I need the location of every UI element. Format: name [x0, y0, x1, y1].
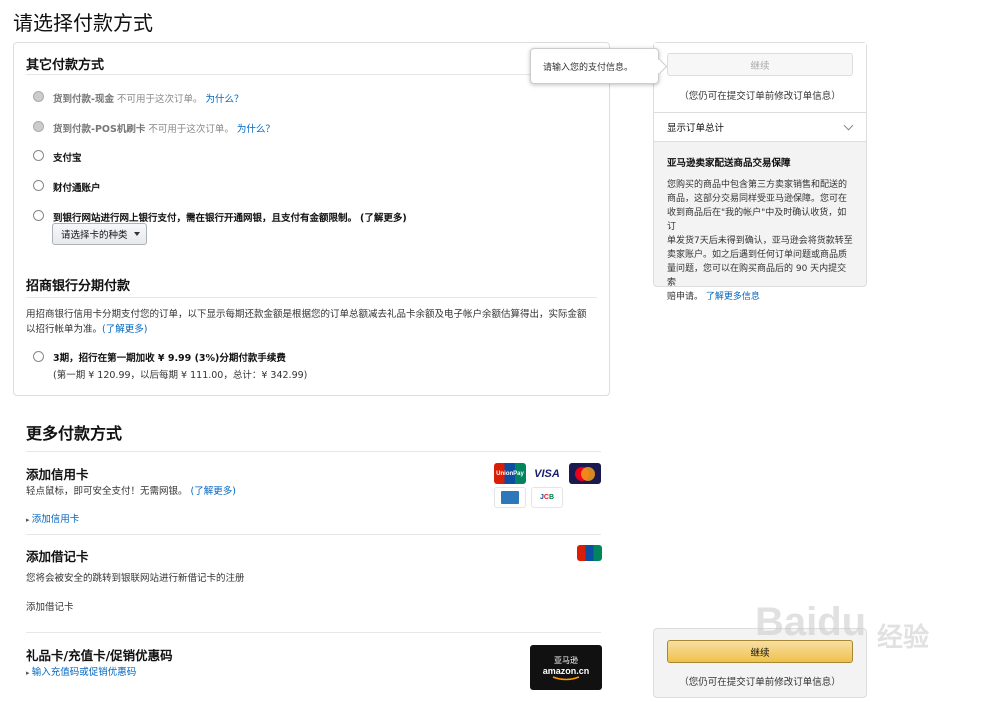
option-label: 财付通账户 [53, 183, 101, 194]
unionpay-logo: UnionPay [494, 463, 526, 484]
divider [26, 297, 597, 298]
option-cod-cash: 货到付款-现金 不可用于这次订单。 为什么？ [53, 91, 244, 105]
option-label: 货到付款-现金 [53, 94, 114, 105]
radio-online-banking[interactable] [33, 210, 44, 221]
guarantee-line: 收到商品后在"我的帐户"中及时确认收货，如订 [667, 208, 847, 232]
tooltip-text: 请输入您的支付信息。 [543, 62, 634, 73]
other-methods-title: 其它付款方式 [26, 58, 105, 73]
credit-desc: 轻点鼠标，即可安全支付！无需网银。 (了解更多) [26, 483, 236, 497]
radio-cod-pos[interactable] [33, 121, 44, 132]
installment-option-label: 3期，招行在第一期加收 ¥ 9.99 (3%)分期付款手续费 [53, 350, 286, 364]
radio-installment-3[interactable] [33, 351, 44, 362]
gift-card-image: 亚马逊 amazon.cn [530, 645, 602, 690]
option-alipay: 支付宝 [53, 150, 82, 164]
radio-alipay[interactable] [33, 150, 44, 161]
learn-more-link[interactable]: (了解更多) [360, 213, 407, 224]
unionpay-small-logo [577, 545, 602, 561]
guarantee-line: 商品，这部分交易同样受亚马逊保障。您可在 [667, 194, 848, 204]
more-methods-title: 更多付款方式 [26, 424, 123, 443]
chevron-down-icon [843, 120, 854, 131]
guarantee-line: 卖家账户。如之后遇到任何订单问题或商品质 [667, 250, 848, 260]
gift-title: 礼品卡/充值卡/促销优惠码 [26, 648, 173, 663]
amex-mark [501, 491, 519, 504]
installment-desc-1: 用招商银行信用卡分期支付您的订单，以下显示每期还款金额是根据您的订单总额减去礼品… [26, 309, 587, 320]
enter-gift-code-link[interactable]: 输入充值码或促销优惠码 [26, 664, 137, 678]
guarantee-line: 量问题，您可以在购买商品后的 90 天内提交索 [667, 264, 847, 288]
option-tenpay: 财付通账户 [53, 180, 101, 194]
divider [26, 534, 601, 535]
guarantee-line: 您购买的商品中包含第三方卖家销售和配送的 [667, 180, 848, 190]
logo-text: VISA [534, 467, 560, 480]
page-title: 请选择付款方式 [13, 11, 153, 35]
add-credit-card-link[interactable]: 添加信用卡 [26, 511, 80, 525]
debit-title: 添加借记卡 [26, 549, 89, 564]
mastercard-circles [575, 466, 595, 481]
gift-card-en: amazon.cn [542, 665, 590, 676]
visa-logo: VISA [531, 463, 563, 484]
continue-button-disabled[interactable]: 继续 [667, 53, 853, 76]
credit-desc-text: 轻点鼠标，即可安全支付！无需网银。 [26, 486, 188, 497]
debit-desc: 您将会被安全的跳转到银联网站进行新借记卡的注册 [26, 573, 245, 584]
installment-option-detail: (第一期 ¥ 120.99，以后每期 ¥ 111.00，总计：¥ 342.99) [53, 370, 308, 381]
learn-more-link[interactable]: (了解更多) [102, 324, 147, 335]
learn-more-info-link[interactable]: 了解更多信息 [706, 292, 760, 302]
option-online-banking: 到银行网站进行网上银行支付，需在银行开通网银，且支付有金额限制。 (了解更多) [53, 210, 407, 224]
jcb-b: B [548, 494, 555, 501]
installment-option-text: 3期，招行在第一期加收 ¥ 9.99 (3%)分期付款手续费 [53, 353, 286, 364]
option-note: 不可用于这次订单。 [148, 124, 234, 135]
card-type-label: 请选择卡的种类 [61, 230, 128, 241]
amex-logo [494, 487, 526, 508]
jcb-logo: JCB [531, 487, 563, 508]
edit-note: （您仍可在提交订单前修改订单信息） [679, 91, 841, 102]
caret-down-icon [133, 232, 140, 236]
bottom-edit-note: （您仍可在提交订单前修改订单信息） [679, 677, 841, 688]
option-cod-pos: 货到付款-POS机刷卡 不可用于这次订单。 为什么？ [53, 121, 275, 135]
guarantee-text: 您购买的商品中包含第三方卖家销售和配送的 商品，这部分交易同样受亚马逊保障。您可… [667, 178, 855, 304]
installment-title: 招商银行分期付款 [26, 279, 131, 294]
card-type-select[interactable]: 请选择卡的种类 [52, 223, 147, 245]
divider [26, 451, 601, 452]
gift-card-cn: 亚马逊 [554, 655, 578, 665]
guarantee-line-text: 赔申请。 [667, 292, 704, 302]
option-label: 货到付款-POS机刷卡 [53, 124, 146, 135]
radio-cod-cash[interactable] [33, 91, 44, 102]
baidu-watermark: Baidu [755, 600, 867, 644]
why-link[interactable]: 为什么？ [206, 94, 244, 105]
why-link[interactable]: 为什么？ [237, 124, 275, 135]
order-total-label: 显示订单总计 [667, 123, 725, 134]
option-label: 支付宝 [53, 153, 82, 164]
payment-tooltip: 请输入您的支付信息。 [530, 48, 659, 84]
show-order-total[interactable]: 显示订单总计 [654, 113, 866, 142]
guarantee-line: 赔申请。 了解更多信息 [667, 290, 855, 304]
add-debit-card-link[interactable]: 添加借记卡 [26, 599, 74, 613]
baidu-watermark-cn: 经验 [877, 623, 930, 653]
divider [26, 74, 597, 75]
credit-title: 添加信用卡 [26, 467, 89, 482]
installment-desc-2: 以招行帐单为准。(了解更多) [26, 322, 147, 337]
divider [26, 632, 601, 633]
radio-tenpay[interactable] [33, 180, 44, 191]
mastercard-logo [569, 463, 601, 484]
installment-desc-text: 以招行帐单为准。 [26, 324, 103, 335]
guarantee-line: 单发货7天后未得到确认，亚马逊会将货款转至 [667, 236, 853, 246]
logo-text: UnionPay [496, 470, 524, 477]
guarantee-title: 亚马逊卖家配送商品交易保障 [667, 158, 791, 169]
option-note: 不可用于这次订单。 [116, 94, 203, 105]
learn-more-link[interactable]: (了解更多) [191, 486, 236, 497]
amazon-smile-icon [552, 675, 580, 680]
